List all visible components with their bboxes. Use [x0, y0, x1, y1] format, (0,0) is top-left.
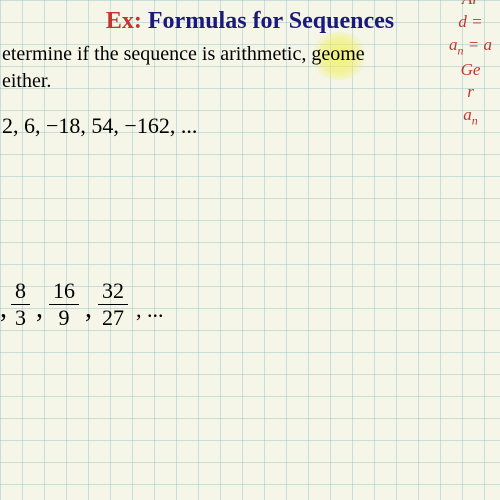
comma: ,	[36, 293, 43, 329]
formula-an-arith: an = a	[449, 34, 492, 59]
formula-geom-label: Ge	[449, 59, 492, 82]
page-title: Ex:Formulas for Sequences	[0, 8, 500, 35]
sequence-two: , 8 3 , 16 9 , 32 27 , ...	[0, 280, 164, 329]
ellipsis: , ...	[136, 297, 164, 329]
prompt-line-2: either.	[2, 68, 500, 95]
fraction-3: 32 27	[98, 280, 128, 329]
prompt-line-1: etermine if the sequence is arithmetic, …	[2, 41, 500, 68]
formula-r: r	[449, 81, 492, 104]
title-text: Formulas for Sequences	[148, 8, 394, 34]
sequence-one: 2, 6, −18, 54, −162, ...	[0, 113, 500, 139]
question-prompt: etermine if the sequence is arithmetic, …	[0, 41, 500, 95]
formula-sidebar: Ar d = an = a Ge r an	[449, 0, 492, 129]
comma: ,	[85, 293, 92, 329]
formula-an-geom: an	[449, 104, 492, 129]
fraction-1: 8 3	[11, 280, 30, 329]
formula-d: d =	[449, 11, 492, 34]
example-label: Ex:	[106, 8, 142, 34]
slide-content: Ex:Formulas for Sequences etermine if th…	[0, 0, 500, 139]
fraction-2: 16 9	[49, 280, 79, 329]
leading-comma: ,	[0, 293, 7, 329]
formula-arith-label: Ar	[449, 0, 492, 11]
